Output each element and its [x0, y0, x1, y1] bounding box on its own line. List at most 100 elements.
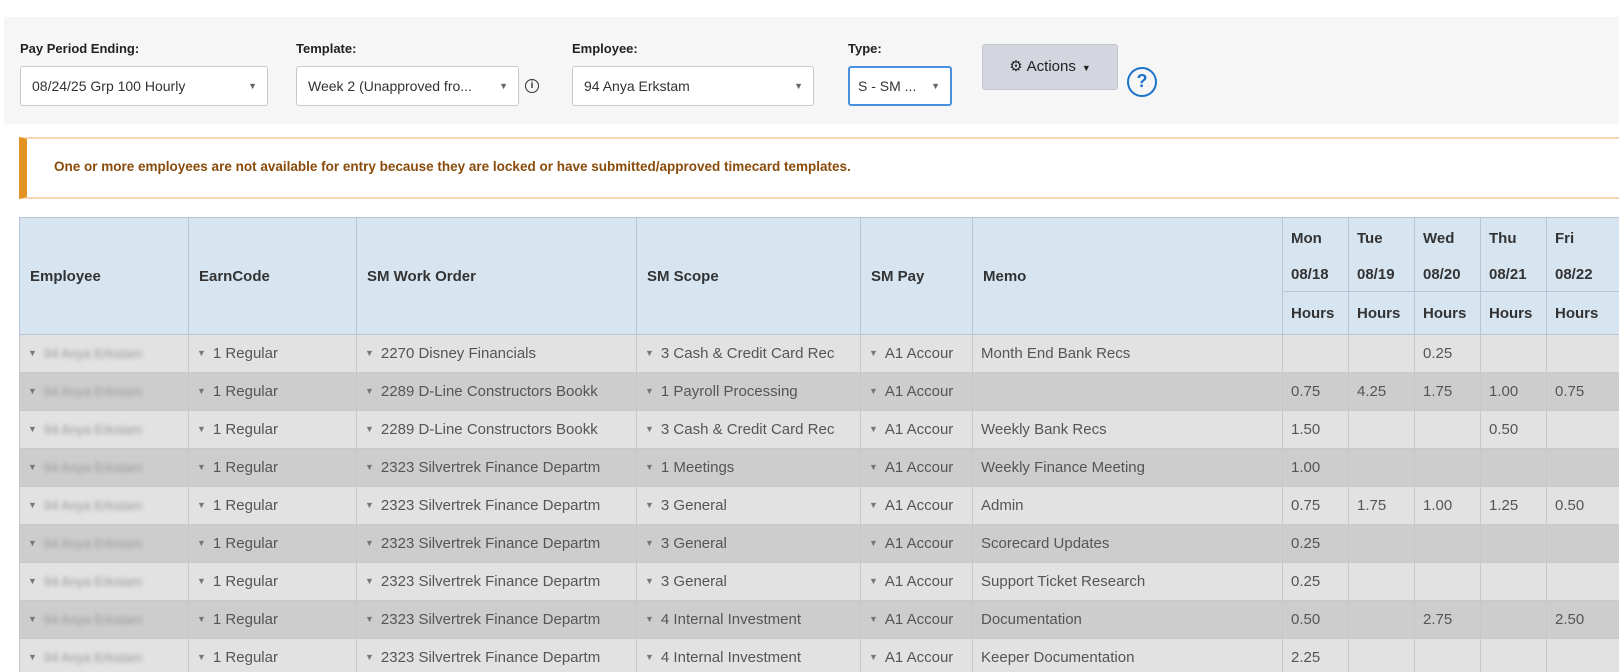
- hours-cell-mon[interactable]: 0.75: [1282, 486, 1349, 525]
- hours-cell-mon[interactable]: 0.75: [1282, 372, 1349, 411]
- hours-cell-wed[interactable]: 1.75: [1414, 372, 1481, 411]
- hours-cell-fri[interactable]: [1546, 334, 1619, 373]
- hours-cell-mon[interactable]: 0.50: [1282, 600, 1349, 639]
- employee-cell[interactable]: ▼ 94 Anya Erkstam: [19, 524, 189, 563]
- pay-cell[interactable]: ▼ A1 Accour: [860, 334, 973, 373]
- earncode-cell[interactable]: ▼ 1 Regular: [188, 600, 357, 639]
- earncode-cell[interactable]: ▼ 1 Regular: [188, 372, 357, 411]
- hours-cell-tue[interactable]: [1348, 600, 1415, 639]
- col-header-earncode[interactable]: EarnCode: [188, 217, 357, 335]
- hours-cell-fri[interactable]: [1546, 448, 1619, 487]
- hours-cell-wed[interactable]: 2.75: [1414, 600, 1481, 639]
- pay-period-select[interactable]: 08/24/25 Grp 100 Hourly ▼: [20, 66, 268, 106]
- employee-cell[interactable]: ▼ 94 Anya Erkstam: [19, 448, 189, 487]
- earncode-cell[interactable]: ▼ 1 Regular: [188, 562, 357, 601]
- template-select[interactable]: Week 2 (Unapproved fro... ▼: [296, 66, 519, 106]
- hours-cell-mon[interactable]: 0.25: [1282, 524, 1349, 563]
- pay-cell[interactable]: ▼ A1 Accour: [860, 638, 973, 672]
- scope-cell[interactable]: ▼ 1 Meetings: [636, 448, 861, 487]
- memo-cell[interactable]: Weekly Finance Meeting: [972, 448, 1283, 487]
- employee-cell[interactable]: ▼ 94 Anya Erkstam: [19, 600, 189, 639]
- earncode-cell[interactable]: ▼ 1 Regular: [188, 638, 357, 672]
- hours-cell-fri[interactable]: [1546, 410, 1619, 449]
- earncode-cell[interactable]: ▼ 1 Regular: [188, 486, 357, 525]
- info-circle-icon[interactable]: i: [525, 79, 539, 93]
- hours-cell-mon[interactable]: 0.25: [1282, 562, 1349, 601]
- hours-cell-mon[interactable]: [1282, 334, 1349, 373]
- hours-cell-fri[interactable]: [1546, 562, 1619, 601]
- memo-cell[interactable]: Documentation: [972, 600, 1283, 639]
- hours-cell-thu[interactable]: [1480, 448, 1547, 487]
- hours-cell-fri[interactable]: 0.75: [1546, 372, 1619, 411]
- work-order-cell[interactable]: ▼ 2323 Silvertrek Finance Departm: [356, 486, 637, 525]
- hours-cell-thu[interactable]: 1.00: [1480, 372, 1547, 411]
- hours-cell-wed[interactable]: [1414, 448, 1481, 487]
- hours-cell-tue[interactable]: [1348, 524, 1415, 563]
- col-header-scope[interactable]: SM Scope: [636, 217, 861, 335]
- work-order-cell[interactable]: ▼ 2323 Silvertrek Finance Departm: [356, 600, 637, 639]
- hours-cell-thu[interactable]: [1480, 562, 1547, 601]
- col-header-work-order[interactable]: SM Work Order: [356, 217, 637, 335]
- actions-button[interactable]: ⚙ Actions ▼: [982, 44, 1118, 90]
- employee-cell[interactable]: ▼ 94 Anya Erkstam: [19, 334, 189, 373]
- hours-cell-wed[interactable]: 1.00: [1414, 486, 1481, 525]
- hours-cell-mon[interactable]: 1.00: [1282, 448, 1349, 487]
- hours-cell-tue[interactable]: [1348, 638, 1415, 672]
- earncode-cell[interactable]: ▼ 1 Regular: [188, 334, 357, 373]
- help-circle-icon[interactable]: ?: [1127, 67, 1157, 97]
- scope-cell[interactable]: ▼ 1 Payroll Processing: [636, 372, 861, 411]
- pay-cell[interactable]: ▼ A1 Accour: [860, 600, 973, 639]
- earncode-cell[interactable]: ▼ 1 Regular: [188, 524, 357, 563]
- hours-cell-thu[interactable]: 1.25: [1480, 486, 1547, 525]
- hours-cell-thu[interactable]: [1480, 334, 1547, 373]
- scope-cell[interactable]: ▼ 3 General: [636, 486, 861, 525]
- hours-cell-wed[interactable]: [1414, 524, 1481, 563]
- earncode-cell[interactable]: ▼ 1 Regular: [188, 410, 357, 449]
- employee-cell[interactable]: ▼ 94 Anya Erkstam: [19, 562, 189, 601]
- hours-cell-tue[interactable]: 4.25: [1348, 372, 1415, 411]
- hours-cell-thu[interactable]: 0.50: [1480, 410, 1547, 449]
- col-header-memo[interactable]: Memo: [972, 217, 1283, 335]
- pay-cell[interactable]: ▼ A1 Accour: [860, 372, 973, 411]
- hours-cell-fri[interactable]: [1546, 524, 1619, 563]
- employee-cell[interactable]: ▼ 94 Anya Erkstam: [19, 638, 189, 672]
- memo-cell[interactable]: Keeper Documentation: [972, 638, 1283, 672]
- col-header-pay[interactable]: SM Pay: [860, 217, 973, 335]
- work-order-cell[interactable]: ▼ 2270 Disney Financials: [356, 334, 637, 373]
- hours-cell-thu[interactable]: [1480, 524, 1547, 563]
- scope-cell[interactable]: ▼ 3 Cash & Credit Card Rec: [636, 334, 861, 373]
- scope-cell[interactable]: ▼ 3 General: [636, 524, 861, 563]
- pay-cell[interactable]: ▼ A1 Accour: [860, 562, 973, 601]
- work-order-cell[interactable]: ▼ 2323 Silvertrek Finance Departm: [356, 638, 637, 672]
- scope-cell[interactable]: ▼ 4 Internal Investment: [636, 638, 861, 672]
- earncode-cell[interactable]: ▼ 1 Regular: [188, 448, 357, 487]
- work-order-cell[interactable]: ▼ 2323 Silvertrek Finance Departm: [356, 524, 637, 563]
- hours-cell-tue[interactable]: [1348, 448, 1415, 487]
- work-order-cell[interactable]: ▼ 2289 D-Line Constructors Bookk: [356, 410, 637, 449]
- pay-cell[interactable]: ▼ A1 Accour: [860, 448, 973, 487]
- hours-cell-mon[interactable]: 2.25: [1282, 638, 1349, 672]
- scope-cell[interactable]: ▼ 4 Internal Investment: [636, 600, 861, 639]
- hours-cell-tue[interactable]: [1348, 334, 1415, 373]
- hours-cell-thu[interactable]: [1480, 638, 1547, 672]
- memo-cell[interactable]: Support Ticket Research: [972, 562, 1283, 601]
- hours-cell-tue[interactable]: 1.75: [1348, 486, 1415, 525]
- hours-cell-fri[interactable]: 2.50: [1546, 600, 1619, 639]
- employee-select[interactable]: 94 Anya Erkstam ▼: [572, 66, 814, 106]
- employee-cell[interactable]: ▼ 94 Anya Erkstam: [19, 372, 189, 411]
- memo-cell[interactable]: Scorecard Updates: [972, 524, 1283, 563]
- hours-cell-fri[interactable]: 0.50: [1546, 486, 1619, 525]
- hours-cell-thu[interactable]: [1480, 600, 1547, 639]
- memo-cell[interactable]: [972, 372, 1283, 411]
- scope-cell[interactable]: ▼ 3 Cash & Credit Card Rec: [636, 410, 861, 449]
- pay-cell[interactable]: ▼ A1 Accour: [860, 486, 973, 525]
- pay-cell[interactable]: ▼ A1 Accour: [860, 524, 973, 563]
- work-order-cell[interactable]: ▼ 2289 D-Line Constructors Bookk: [356, 372, 637, 411]
- memo-cell[interactable]: Admin: [972, 486, 1283, 525]
- work-order-cell[interactable]: ▼ 2323 Silvertrek Finance Departm: [356, 448, 637, 487]
- hours-cell-tue[interactable]: [1348, 410, 1415, 449]
- scope-cell[interactable]: ▼ 3 General: [636, 562, 861, 601]
- col-header-employee[interactable]: Employee: [19, 217, 189, 335]
- memo-cell[interactable]: Weekly Bank Recs: [972, 410, 1283, 449]
- hours-cell-wed[interactable]: [1414, 638, 1481, 672]
